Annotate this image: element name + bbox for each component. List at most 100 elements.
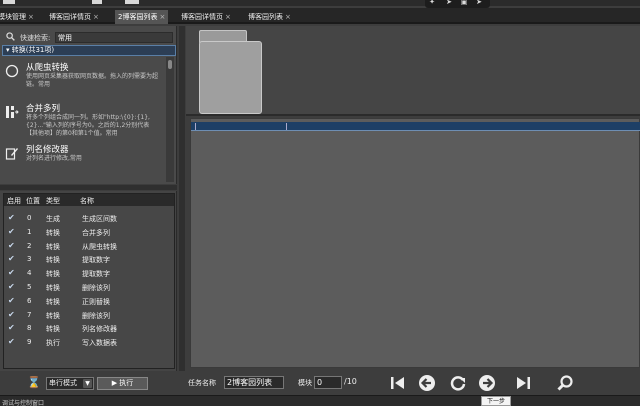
status-text[interactable]: 调试与控制窗口: [2, 398, 44, 406]
spider-icon: [5, 64, 19, 78]
menu-item[interactable]: [3, 0, 15, 4]
cell-type: 转换: [46, 228, 60, 237]
settings-icon[interactable]: ✦: [428, 0, 436, 6]
data-grid-column[interactable]: [195, 123, 287, 130]
enabled-checkbox[interactable]: ✔: [8, 310, 15, 319]
list-item[interactable]: 列名修改器 对列名进行修改,常用: [2, 139, 164, 179]
task-name-label: 任务名称: [188, 379, 216, 387]
cell-pos: 0: [27, 214, 32, 222]
enabled-checkbox[interactable]: ✔: [8, 337, 15, 346]
module-panel: 启用 位置 类型 名称 ✔ 0 生成 生成区间数 ✔ 1 转换 合并多列 ✔ 2 转换 从爬虫转换 ✔ 3…: [0, 191, 177, 371]
cell-name: 提取数字: [82, 256, 110, 265]
share-icon[interactable]: ➤: [475, 0, 483, 6]
splitter-vertical[interactable]: [179, 26, 185, 371]
column-header-enabled[interactable]: 启用: [7, 196, 21, 206]
scrollbar[interactable]: [166, 57, 174, 182]
table-row[interactable]: ✔ 9 执行 写入数据表: [4, 335, 174, 349]
first-step-icon[interactable]: [389, 374, 407, 392]
enabled-checkbox[interactable]: ✔: [8, 254, 15, 263]
tab-blog-detail-2[interactable]: 博客园详情页 ×: [178, 10, 234, 24]
table-row[interactable]: ✔ 3 转换 提取数字: [4, 252, 174, 266]
data-grid-header: [191, 122, 640, 131]
module-total: /10: [344, 377, 357, 386]
table-row[interactable]: ✔ 5 转换 删除该列: [4, 280, 174, 294]
splitter[interactable]: [0, 185, 177, 190]
table-row[interactable]: ✔ 4 转换 提取数字: [4, 266, 174, 280]
cell-name: 合并多列: [82, 228, 110, 237]
enabled-checkbox[interactable]: ✔: [8, 268, 15, 277]
table-row[interactable]: ✔ 2 转换 从爬虫转换: [4, 239, 174, 253]
cell-type: 转换: [46, 297, 60, 306]
last-step-icon[interactable]: [514, 374, 532, 392]
module-card[interactable]: [199, 41, 262, 114]
tool-list: 从爬虫转换 使用网页采集器获取网页数据。拖入的列需要为超链。常用 合并多列 将多…: [2, 57, 164, 179]
column-header-name[interactable]: 名称: [80, 196, 94, 206]
close-icon[interactable]: ×: [225, 13, 231, 21]
rename-column-icon: [5, 148, 18, 160]
cell-pos: 4: [27, 269, 32, 278]
module-label: 模块: [298, 379, 312, 387]
enabled-checkbox[interactable]: ✔: [8, 282, 15, 291]
refresh-icon[interactable]: [449, 374, 467, 392]
menu-item[interactable]: [125, 0, 139, 4]
close-icon[interactable]: ×: [93, 13, 99, 21]
search-input[interactable]: [55, 32, 173, 43]
enabled-checkbox[interactable]: ✔: [8, 227, 15, 236]
table-row[interactable]: ✔ 7 转换 删除该列: [4, 308, 174, 322]
list-item[interactable]: 从爬虫转换 使用网页采集器获取网页数据。拖入的列需要为超链。常用: [2, 57, 164, 98]
tab-blog-detail[interactable]: 博客园详情页 ×: [46, 10, 102, 24]
module-index-field[interactable]: 0: [314, 376, 342, 389]
cell-type: 转换: [46, 256, 60, 265]
cell-name: 写入数据表: [82, 339, 117, 348]
group-header[interactable]: ▾ 转换(共31项): [2, 45, 176, 56]
quick-search: 快速检索:: [0, 30, 177, 44]
tab-blog-list[interactable]: 博客园列表 ×: [245, 10, 294, 24]
scrollbar-thumb[interactable]: [168, 60, 172, 69]
close-icon[interactable]: ×: [159, 13, 165, 21]
column-header-position[interactable]: 位置: [26, 196, 40, 206]
back-icon[interactable]: [418, 374, 436, 392]
enabled-checkbox[interactable]: ✔: [8, 213, 15, 222]
enabled-checkbox[interactable]: ✔: [8, 241, 15, 250]
cell-pos: 1: [27, 227, 32, 236]
chevron-down-icon[interactable]: ▼: [83, 379, 92, 388]
group-label: 转换(共31项): [11, 46, 55, 54]
tab-blog-list-2[interactable]: 2博客园列表 ×: [115, 10, 169, 24]
mode-value: 串行模式: [49, 379, 77, 387]
tool-name: 列名修改器: [26, 145, 69, 155]
list-item[interactable]: 合并多列 将多个列组合成同一列。形如"http:\{0}:{1},{2}..."…: [2, 98, 164, 139]
close-icon[interactable]: ×: [28, 13, 34, 21]
cell-pos: 7: [27, 310, 32, 319]
cell-name: 列名修改器: [82, 325, 117, 334]
cell-type: 转换: [46, 284, 60, 292]
window-icon[interactable]: ▣: [460, 0, 468, 6]
cell-name: 提取数字: [82, 270, 110, 279]
tooltip: 下一步: [481, 396, 511, 406]
cell-pos: 2: [27, 241, 32, 250]
data-view: [190, 118, 640, 368]
collapse-icon[interactable]: ▾: [6, 46, 10, 54]
table-row[interactable]: ✔ 8 转换 列名修改器: [4, 321, 174, 335]
table-row[interactable]: ✔ 0 生成 生成区间数: [4, 211, 174, 225]
cell-type: 执行: [46, 339, 60, 348]
cell-pos: 6: [27, 296, 32, 305]
tab-module-manager[interactable]: 模块管理 ×: [0, 10, 37, 24]
enabled-checkbox[interactable]: ✔: [8, 296, 15, 305]
task-name-field[interactable]: 2博客园列表: [224, 376, 284, 389]
close-icon[interactable]: ×: [285, 13, 291, 21]
execute-button[interactable]: ▶ 执行: [97, 377, 148, 390]
menu-item[interactable]: [92, 0, 102, 4]
cell-name: 删除该列: [82, 311, 110, 320]
grid-header: 启用 位置 类型 名称: [4, 194, 174, 206]
column-header-type[interactable]: 类型: [46, 196, 60, 206]
run-controls: ⌛ 串行模式 ▼ ▶ 执行: [0, 372, 177, 394]
cell-type: 转换: [46, 325, 60, 334]
cell-pos: 8: [27, 324, 32, 333]
mode-select[interactable]: 串行模式 ▼: [46, 377, 94, 390]
next-step-icon[interactable]: [478, 374, 496, 392]
table-row[interactable]: ✔ 1 转换 合并多列: [4, 225, 174, 239]
search-icon[interactable]: [556, 374, 574, 392]
pin-icon[interactable]: ➤: [445, 0, 453, 6]
table-row[interactable]: ✔ 6 转换 正则替换: [4, 294, 174, 308]
enabled-checkbox[interactable]: ✔: [8, 323, 15, 332]
